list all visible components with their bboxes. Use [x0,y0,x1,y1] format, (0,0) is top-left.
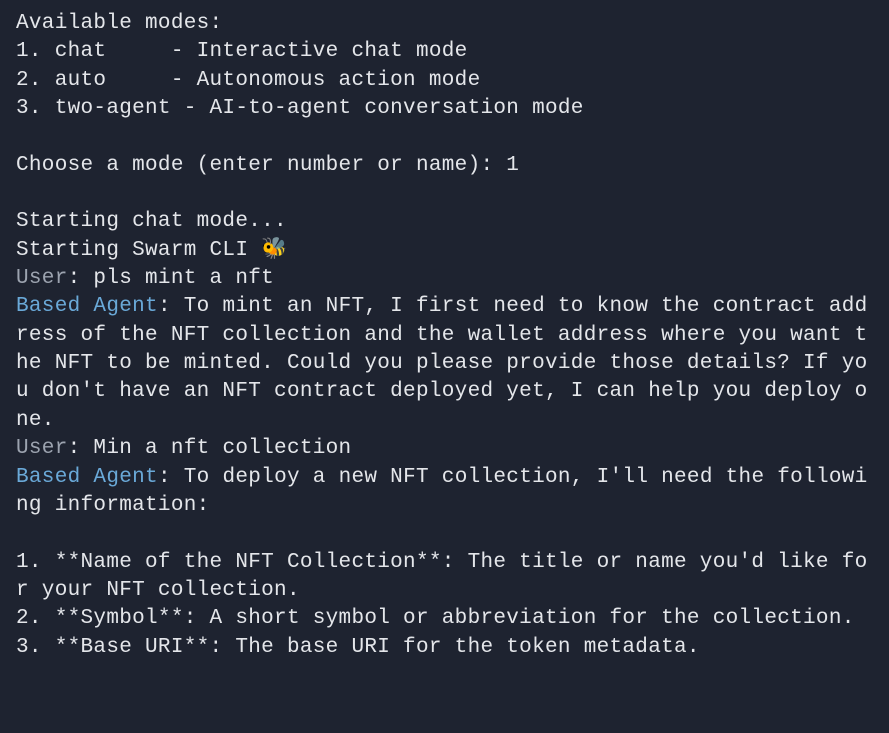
user-message-2: User: Min a nft collection [16,435,873,463]
agent-bullet-1: 1. **Name of the NFT Collection**: The t… [16,549,873,606]
user-label: User [16,267,68,290]
agent-label: Based Agent [16,466,158,489]
agent-message-2-intro: Based Agent: To deploy a new NFT collect… [16,464,873,521]
agent-message-1: Based Agent: To mint an NFT, I first nee… [16,293,873,435]
starting-chat-line: Starting chat mode... [16,208,873,236]
blank-line [16,180,873,208]
separator: : [68,437,94,460]
separator: : [68,267,94,290]
available-modes-heading: Available modes: [16,10,873,38]
agent-label: Based Agent [16,295,158,318]
blank-line [16,123,873,151]
user-message-1: User: pls mint a nft [16,265,873,293]
starting-swarm-line: Starting Swarm CLI 🐝 [16,237,873,265]
blank-line [16,520,873,548]
mode-option-2: 2. auto - Autonomous action mode [16,67,873,95]
separator: : [158,466,184,489]
agent-bullet-2: 2. **Symbol**: A short symbol or abbrevi… [16,605,873,633]
choose-mode-prompt: Choose a mode (enter number or name): 1 [16,152,873,180]
user-text: pls mint a nft [93,267,274,290]
user-text: Min a nft collection [93,437,351,460]
mode-option-1: 1. chat - Interactive chat mode [16,38,873,66]
separator: : [158,295,184,318]
mode-option-3: 3. two-agent - AI-to-agent conversation … [16,95,873,123]
user-label: User [16,437,68,460]
agent-bullet-3: 3. **Base URI**: The base URI for the to… [16,634,873,662]
